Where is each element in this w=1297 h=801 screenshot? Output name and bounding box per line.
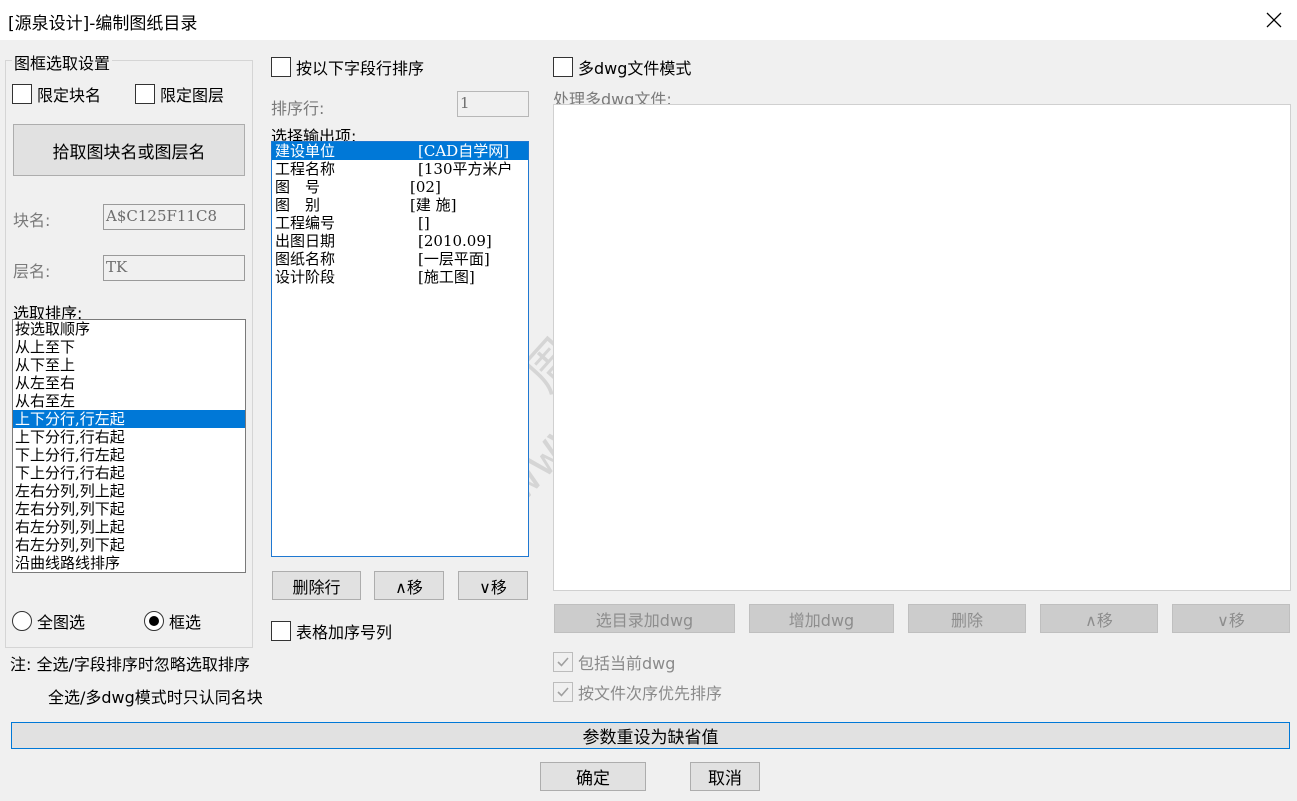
- output-item[interactable]: 工程编号 []: [272, 214, 528, 232]
- limit-layer-label: 限定图层: [160, 86, 225, 105]
- checkbox-box: [553, 57, 573, 77]
- output-item-name: 建设单位: [275, 142, 336, 160]
- add-dwg-button[interactable]: 增加dwg: [749, 604, 894, 633]
- sort-by-field-label: 按以下字段行排序: [296, 59, 425, 78]
- output-item-name: 图 号: [275, 178, 321, 196]
- block-name-label: 块名:: [13, 211, 51, 230]
- limit-block-name-checkbox[interactable]: 限定块名: [12, 82, 101, 106]
- output-item-value: [一层平面]: [418, 250, 490, 268]
- layer-name-label: 层名:: [13, 262, 51, 281]
- output-item[interactable]: 图纸名称 [一层平面]: [272, 250, 528, 268]
- radio-circle: [12, 611, 32, 631]
- radio-dot: [149, 616, 159, 626]
- note-line-1: 注: 全选/字段排序时忽略选取排序: [10, 655, 250, 674]
- output-item[interactable]: 出图日期 [2010.09]: [272, 232, 528, 250]
- sort-file-order-label: 按文件次序优先排序: [578, 684, 723, 703]
- add-serial-column-label: 表格加序号列: [296, 623, 393, 642]
- output-item-value: [130平方米户: [418, 160, 513, 178]
- output-item-value: [建 施]: [410, 196, 457, 214]
- sort-row-field[interactable]: 1: [457, 91, 529, 117]
- output-item-value: []: [418, 214, 430, 232]
- output-item[interactable]: 建设单位 [CAD自学网]: [272, 142, 528, 160]
- block-name-field[interactable]: A$C125F11C8: [103, 204, 245, 230]
- output-item-name: 设计阶段: [275, 268, 336, 286]
- close-button[interactable]: [1254, 4, 1294, 36]
- delete-row-button[interactable]: 删除行: [272, 571, 361, 600]
- dwg-move-up-button[interactable]: ∧移: [1040, 604, 1158, 633]
- radio-select-all[interactable]: 全图选: [12, 609, 85, 633]
- sort-option-item[interactable]: 从右至左: [13, 392, 245, 410]
- note-line-2: 全选/多dwg模式时只认同名块: [48, 688, 263, 707]
- sort-option-item[interactable]: 下上分行,行右起: [13, 464, 245, 482]
- add-serial-column-checkbox[interactable]: 表格加序号列: [271, 619, 392, 643]
- sort-option-item[interactable]: 从上至下: [13, 338, 245, 356]
- sort-option-item[interactable]: 上下分行,行右起: [13, 428, 245, 446]
- sort-option-item[interactable]: 上下分行,行左起: [13, 410, 245, 428]
- close-icon: [1266, 12, 1282, 28]
- checkbox-box: [553, 682, 573, 702]
- output-item[interactable]: 工程名称 [130平方米户: [272, 160, 528, 178]
- radio-box-select-label: 框选: [169, 613, 202, 632]
- output-item[interactable]: 设计阶段 [施工图]: [272, 268, 528, 286]
- radio-box-select[interactable]: 框选: [144, 609, 201, 633]
- dwg-move-down-button[interactable]: ∨移: [1172, 604, 1290, 633]
- multi-dwg-mode-label: 多dwg文件模式: [578, 59, 692, 78]
- output-item-name: 工程名称: [275, 160, 336, 178]
- output-item-value: [施工图]: [418, 268, 475, 286]
- output-item-name: 图 别: [275, 196, 321, 214]
- output-item-value: [2010.09]: [418, 232, 492, 250]
- limit-block-name-label: 限定块名: [37, 86, 102, 105]
- window-title: [源泉设计]-编制图纸目录: [8, 14, 198, 34]
- checkbox-box: [271, 57, 291, 77]
- sort-option-item[interactable]: 沿曲线路线排序: [13, 554, 245, 572]
- sort-option-item[interactable]: 从下至上: [13, 356, 245, 374]
- sort-order-list[interactable]: 按选取顺序 从上至下 从下至上 从左至右 从右至左 上下分行,行左起 上下分行,行右起 下上分…: [12, 319, 246, 573]
- sort-option-item[interactable]: 右左分列,列上起: [13, 518, 245, 536]
- sort-option-item[interactable]: 从左至右: [13, 374, 245, 392]
- output-item-name: 图纸名称: [275, 250, 336, 268]
- sort-option-item[interactable]: 右左分列,列下起: [13, 536, 245, 554]
- sort-option-item[interactable]: 左右分列,列下起: [13, 500, 245, 518]
- move-down-button[interactable]: ∨移: [458, 571, 528, 600]
- layer-name-field[interactable]: TK: [103, 255, 245, 281]
- checkbox-box: [553, 652, 573, 672]
- add-dir-dwg-button[interactable]: 选目录加dwg: [554, 604, 735, 633]
- output-item[interactable]: 图 号 [02]: [272, 178, 528, 196]
- pick-block-or-layer-button[interactable]: 拾取图块名或图层名: [13, 124, 245, 176]
- sort-by-field-checkbox[interactable]: 按以下字段行排序: [271, 55, 424, 79]
- cancel-button[interactable]: 取消: [690, 762, 760, 791]
- checkbox-box: [271, 621, 291, 641]
- output-item-name: 工程编号: [275, 214, 336, 232]
- limit-layer-checkbox[interactable]: 限定图层: [135, 82, 224, 106]
- frame-select-group-title: 图框选取设置: [12, 50, 113, 74]
- sort-option-item[interactable]: 按选取顺序: [13, 320, 245, 338]
- include-current-dwg-checkbox[interactable]: 包括当前dwg: [553, 650, 675, 674]
- output-items-list[interactable]: 建设单位 [CAD自学网] 工程名称 [130平方米户图 号 [02] 图 别 [建 施] 工…: [271, 141, 529, 557]
- checkbox-box: [12, 84, 32, 104]
- delete-dwg-button[interactable]: 删除: [908, 604, 1026, 633]
- output-item-name: 出图日期: [275, 232, 336, 250]
- include-current-dwg-label: 包括当前dwg: [578, 654, 676, 673]
- move-up-button[interactable]: ∧移: [374, 571, 444, 600]
- radio-select-all-label: 全图选: [37, 613, 86, 632]
- multi-dwg-mode-checkbox[interactable]: 多dwg文件模式: [553, 55, 691, 79]
- checkmark-icon: [557, 687, 569, 697]
- dwg-file-list[interactable]: [553, 104, 1291, 591]
- output-item[interactable]: 图 别 [建 施]: [272, 196, 528, 214]
- sort-file-order-checkbox[interactable]: 按文件次序优先排序: [553, 680, 722, 704]
- output-item-value: [CAD自学网]: [418, 142, 510, 160]
- output-item-value: [02]: [410, 178, 441, 196]
- ok-button[interactable]: 确定: [540, 762, 646, 791]
- reset-defaults-button[interactable]: 参数重设为缺省值: [11, 722, 1290, 749]
- sort-row-label: 排序行:: [271, 99, 325, 118]
- sort-option-item[interactable]: 下上分行,行左起: [13, 446, 245, 464]
- checkmark-icon: [557, 657, 569, 667]
- checkbox-box: [135, 84, 155, 104]
- sort-option-item[interactable]: 左右分列,列上起: [13, 482, 245, 500]
- radio-circle: [144, 611, 164, 631]
